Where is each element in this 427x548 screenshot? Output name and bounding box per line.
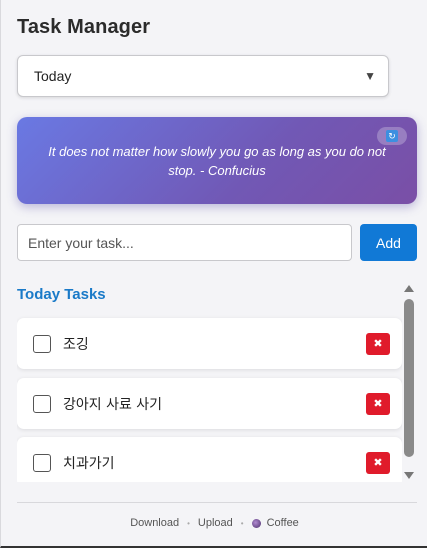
footer-separator: • [187,518,190,528]
section-title: Today Tasks [17,286,106,303]
task-label: 치과가기 [63,455,115,472]
task-label: 강아지 사료 사기 [63,396,163,413]
task-checkbox[interactable] [33,394,51,413]
refresh-quote-button[interactable]: ↻ [377,127,407,145]
footer: Download • Upload • Coffee [1,514,427,532]
delete-task-button[interactable]: ✖ [366,392,390,415]
task-list-scrollbar[interactable] [403,282,415,482]
task-checkbox[interactable] [33,334,51,353]
upload-link[interactable]: Upload [198,517,233,529]
task-item: 치과가기 ✖ [17,437,402,482]
footer-divider [17,502,417,503]
quote-text: It does not matter how slowly you go as … [48,143,386,178]
footer-separator: • [240,518,244,528]
task-label: 조깅 [63,336,89,353]
task-list: 조깅 ✖ 강아지 사료 사기 ✖ 치과가기 ✖ [17,312,402,482]
refresh-icon: ↻ [386,130,398,142]
chevron-down-icon: ▼ [364,69,376,83]
download-link[interactable]: Download [130,517,179,529]
page-title: Task Manager [17,16,151,38]
date-filter-value: Today [34,68,72,84]
scroll-up-arrow-icon[interactable] [404,285,414,292]
scroll-down-arrow-icon[interactable] [404,472,414,479]
scrollbar-thumb[interactable] [404,299,414,457]
date-filter-select[interactable]: Today ▼ [17,55,389,97]
add-task-button[interactable]: Add [360,224,417,261]
coffee-link[interactable]: Coffee [251,517,299,529]
task-item: 조깅 ✖ [17,318,402,369]
task-checkbox[interactable] [33,453,51,472]
task-input[interactable] [17,224,352,261]
app-window: Task Manager Today ▼ It does not matter … [0,0,427,548]
delete-task-button[interactable]: ✖ [366,451,390,474]
quote-card: It does not matter how slowly you go as … [17,117,417,204]
task-item: 강아지 사료 사기 ✖ [17,378,402,429]
delete-task-button[interactable]: ✖ [366,332,390,355]
coffee-icon [251,518,261,528]
coffee-label: Coffee [266,517,299,529]
